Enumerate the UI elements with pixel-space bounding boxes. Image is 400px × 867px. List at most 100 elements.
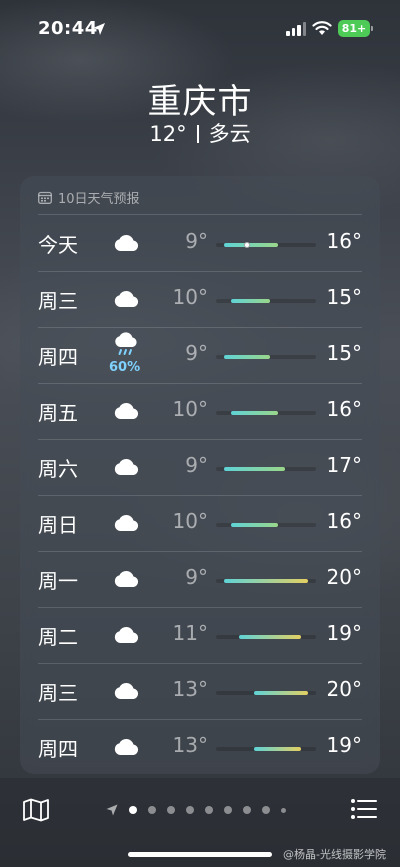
forecast-row[interactable]: 周二 11° 19° bbox=[20, 608, 380, 664]
temperature-range-bar bbox=[216, 242, 316, 248]
low-temperature: 11° bbox=[172, 621, 208, 645]
cloud-icon bbox=[112, 231, 140, 253]
cloud-icon bbox=[112, 287, 140, 309]
low-temperature: 10° bbox=[172, 397, 208, 421]
ten-day-forecast-card[interactable]: 10日天气预报 今天 9° 16° 周三 10° 15° 周四 60% 9° 15° 周五 10° 16… bbox=[20, 176, 380, 774]
precipitation-chance: 60% bbox=[109, 360, 141, 375]
temperature-range-fill bbox=[239, 635, 301, 639]
page-dot[interactable] bbox=[224, 806, 232, 814]
location-arrow-icon bbox=[93, 23, 105, 35]
cloud-icon bbox=[112, 623, 140, 645]
high-temperature: 15° bbox=[326, 285, 362, 309]
temperature-range-bar bbox=[216, 467, 316, 471]
page-dot[interactable] bbox=[243, 806, 251, 814]
city-name: 重庆市 bbox=[147, 82, 253, 122]
forecast-day: 周四 bbox=[38, 737, 78, 761]
low-temperature: 9° bbox=[185, 453, 208, 477]
temperature-range-fill bbox=[254, 747, 301, 751]
forecast-row[interactable]: 周三 10° 15° bbox=[20, 272, 380, 328]
cloud-icon bbox=[112, 679, 140, 701]
high-temperature: 16° bbox=[326, 509, 362, 533]
low-temperature: 9° bbox=[185, 341, 208, 365]
forecast-day: 周五 bbox=[38, 401, 78, 425]
low-temperature: 9° bbox=[185, 229, 208, 253]
temperature-range-fill bbox=[223, 467, 286, 471]
temperature-range-bar bbox=[216, 635, 316, 639]
high-temperature: 15° bbox=[326, 341, 362, 365]
forecast-day: 今天 bbox=[38, 233, 78, 257]
low-temperature: 10° bbox=[172, 509, 208, 533]
forecast-header-label: 10日天气预报 bbox=[58, 192, 140, 207]
page-dot[interactable] bbox=[262, 806, 270, 814]
current-temperature-marker bbox=[243, 242, 250, 248]
current-condition: 多云 bbox=[208, 122, 251, 146]
temperature-range-fill bbox=[231, 299, 270, 303]
forecast-day: 周一 bbox=[38, 569, 78, 593]
cellular-signal-icon bbox=[286, 22, 306, 36]
forecast-row[interactable]: 周五 10° 16° bbox=[20, 384, 380, 440]
current-location-page-icon[interactable] bbox=[106, 804, 118, 816]
low-temperature: 10° bbox=[172, 285, 208, 309]
temperature-range-bar bbox=[216, 299, 316, 303]
cloud-icon bbox=[112, 735, 140, 757]
current-temperature: 12° bbox=[149, 122, 187, 146]
high-temperature: 19° bbox=[326, 621, 362, 645]
forecast-day: 周日 bbox=[38, 513, 78, 537]
cloud-icon bbox=[112, 399, 140, 421]
temperature-range-bar bbox=[216, 691, 316, 695]
temperature-range-fill bbox=[223, 243, 278, 247]
cloud-icon bbox=[112, 567, 140, 589]
forecast-day: 周六 bbox=[38, 457, 78, 481]
forecast-row[interactable]: 周四 13° 19° bbox=[20, 720, 380, 776]
forecast-header: 10日天气预报 bbox=[38, 188, 140, 207]
watermark: @杨晶-光线摄影学院 bbox=[283, 848, 386, 861]
high-temperature: 16° bbox=[326, 397, 362, 421]
header-divider bbox=[38, 214, 362, 215]
forecast-day: 周三 bbox=[38, 681, 78, 705]
low-temperature: 9° bbox=[185, 565, 208, 589]
high-temperature: 19° bbox=[326, 733, 362, 757]
temperature-range-fill bbox=[231, 411, 278, 415]
calendar-icon bbox=[38, 191, 52, 204]
page-dot[interactable] bbox=[148, 806, 156, 814]
forecast-row[interactable]: 今天 9° 16° bbox=[20, 216, 380, 272]
forecast-row[interactable]: 周三 13° 20° bbox=[20, 664, 380, 720]
forecast-row[interactable]: 周六 9° 17° bbox=[20, 440, 380, 496]
home-indicator[interactable] bbox=[128, 852, 272, 857]
page-dot[interactable] bbox=[129, 806, 137, 814]
temperature-range-bar bbox=[216, 355, 316, 359]
temperature-range-bar bbox=[216, 747, 316, 751]
separator bbox=[196, 125, 199, 143]
forecast-row[interactable]: 周四 60% 9° 15° bbox=[20, 328, 380, 384]
forecast-day: 周二 bbox=[38, 625, 78, 649]
temperature-range-bar bbox=[216, 523, 316, 527]
low-temperature: 13° bbox=[172, 677, 208, 701]
forecast-day: 周四 bbox=[38, 345, 78, 369]
temperature-range-fill bbox=[223, 355, 270, 359]
page-dot[interactable] bbox=[186, 806, 194, 814]
map-icon[interactable] bbox=[22, 798, 50, 822]
status-time: 20:44 bbox=[38, 18, 98, 39]
high-temperature: 16° bbox=[326, 229, 362, 253]
battery-icon: 81+ bbox=[338, 20, 373, 37]
list-icon[interactable] bbox=[350, 798, 378, 820]
current-summary: 12° 多云 bbox=[0, 118, 400, 148]
temperature-range-fill bbox=[223, 579, 309, 583]
wifi-icon bbox=[312, 21, 332, 35]
forecast-row[interactable]: 周日 10° 16° bbox=[20, 496, 380, 552]
high-temperature: 20° bbox=[326, 565, 362, 589]
high-temperature: 17° bbox=[326, 453, 362, 477]
page-indicator[interactable] bbox=[106, 804, 286, 816]
high-temperature: 20° bbox=[326, 677, 362, 701]
page-dot[interactable] bbox=[167, 806, 175, 814]
low-temperature: 13° bbox=[172, 733, 208, 757]
forecast-day: 周三 bbox=[38, 289, 78, 313]
page-dot[interactable] bbox=[205, 806, 213, 814]
forecast-row[interactable]: 周一 9° 20° bbox=[20, 552, 380, 608]
cloud-icon bbox=[112, 455, 140, 477]
temperature-range-bar bbox=[216, 411, 316, 415]
temperature-range-fill bbox=[254, 691, 309, 695]
page-dot[interactable] bbox=[281, 807, 286, 813]
status-bar: 20:44 81+ bbox=[0, 0, 400, 56]
cloud-icon bbox=[112, 511, 140, 533]
